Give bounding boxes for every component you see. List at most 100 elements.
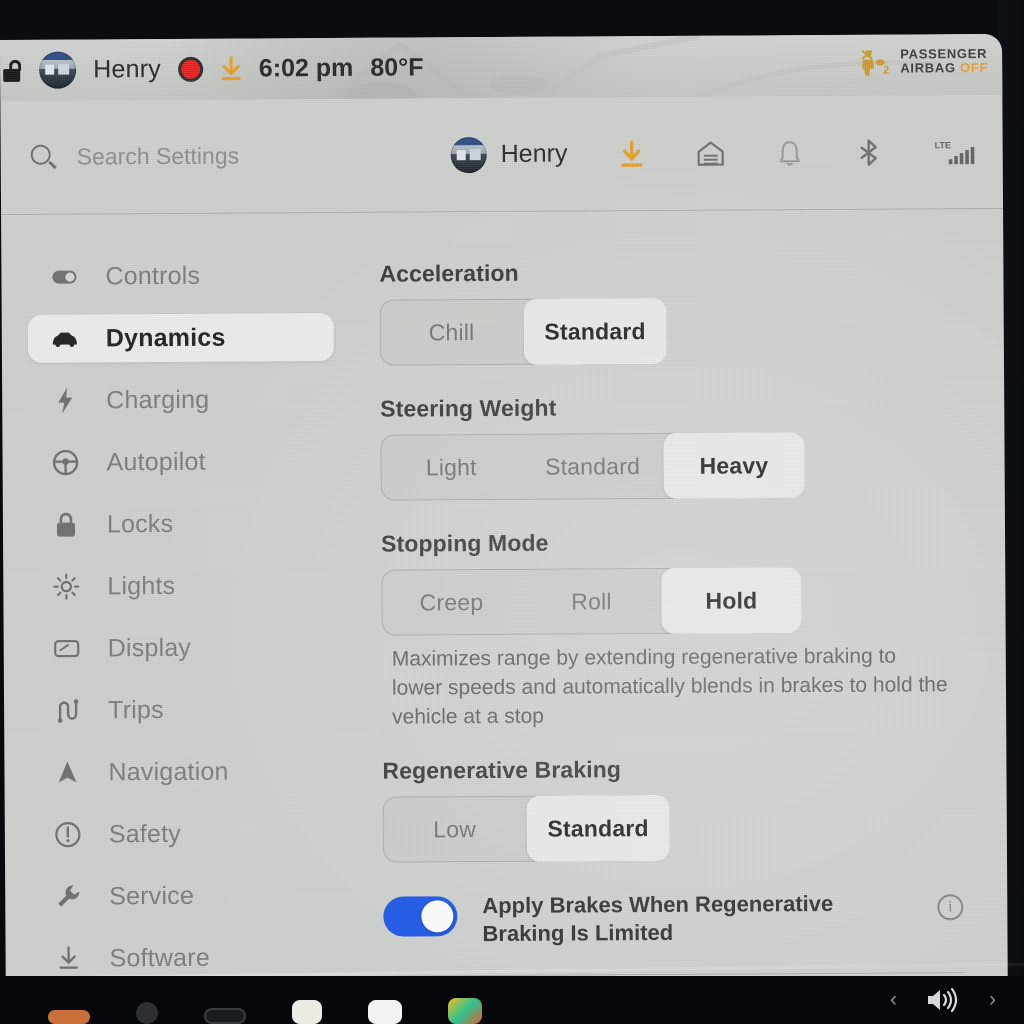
sidebar-item-navigation[interactable]: Navigation — [30, 747, 336, 797]
steering-option-heavy[interactable]: Heavy — [663, 432, 805, 499]
search-input[interactable] — [76, 141, 397, 171]
padlock-icon — [51, 510, 81, 540]
download-arrow-icon[interactable] — [220, 56, 242, 82]
sidebar-item-label: Software — [109, 943, 210, 972]
car-icon — [50, 324, 80, 354]
app-icon-2[interactable] — [136, 1002, 158, 1024]
sidebar-item-trips[interactable]: Trips — [30, 685, 336, 735]
bluetooth-icon[interactable] — [853, 137, 883, 167]
stopping-mode-description: Maximizes range by extending regenerativ… — [391, 644, 948, 729]
app-icon-1[interactable] — [48, 1010, 90, 1024]
toggle-switch-icon — [49, 262, 79, 292]
notes-app-icon[interactable] — [292, 1000, 322, 1024]
sidebar-item-label: Locks — [106, 509, 174, 538]
outside-temperature: 80°F — [370, 53, 424, 82]
trips-route-icon — [52, 696, 82, 726]
tesla-touchscreen: Henry 6:02 pm 80°F 2 PASSENGER AIRBAG OF… — [0, 33, 1008, 990]
profile-name: Henry — [500, 139, 568, 168]
dynamics-settings-pane: Acceleration Chill Standard Steering Wei… — [361, 209, 1008, 988]
steering-option-standard[interactable]: Standard — [522, 433, 664, 500]
stopping-mode-title: Stopping Mode — [381, 529, 549, 557]
toggle-knob — [421, 900, 454, 933]
sidebar-item-autopilot[interactable]: Autopilot — [28, 437, 334, 487]
airbag-label: PASSENGER AIRBAG OFF — [900, 46, 988, 76]
stopping-mode-segmented-control[interactable]: Creep Roll Hold — [381, 567, 802, 636]
acceleration-title: Acceleration — [379, 259, 519, 287]
acceleration-segmented-control[interactable]: Chill Standard — [379, 297, 667, 366]
sidebar-item-lights[interactable]: Lights — [29, 561, 335, 611]
record-dot-icon[interactable] — [177, 56, 203, 82]
regenerative-braking-segmented-control[interactable]: Low Standard — [382, 795, 671, 863]
passenger-airbag-status: 2 PASSENGER AIRBAG OFF — [859, 46, 988, 77]
info-circle-icon[interactable] — [937, 894, 964, 921]
header-icon-group: Henry LTE — [450, 134, 977, 173]
sidebar-item-label: Lights — [107, 571, 176, 600]
sidebar-item-label: Safety — [108, 819, 182, 848]
settings-body: Controls Dynamics Charging Autopilot Loc… — [1, 209, 1008, 990]
sidebar-item-service[interactable]: Service — [31, 871, 337, 921]
svg-text:2: 2 — [883, 65, 889, 77]
alert-circle-icon — [53, 820, 83, 850]
steering-option-light[interactable]: Light — [380, 434, 522, 501]
garage-door-icon[interactable] — [695, 138, 725, 168]
sidebar-item-label: Charging — [106, 385, 210, 414]
dock-media-controls: ‹ › — [890, 986, 1024, 1024]
wrench-icon — [53, 882, 83, 912]
photos-app-icon[interactable] — [448, 998, 482, 1024]
video-app-icon[interactable] — [368, 1000, 402, 1024]
sidebar-item-display[interactable]: Display — [30, 623, 336, 673]
search-settings[interactable] — [30, 141, 451, 171]
status-bar: Henry 6:02 pm 80°F 2 PASSENGER AIRBAG OF… — [0, 33, 1003, 101]
unlocked-padlock-icon — [2, 59, 22, 82]
app-icon-3[interactable] — [204, 1008, 246, 1024]
stopping-option-hold[interactable]: Hold — [661, 567, 802, 634]
steering-weight-title: Steering Weight — [380, 394, 557, 422]
acceleration-option-chill[interactable]: Chill — [380, 299, 524, 366]
header-profile[interactable]: Henry — [450, 136, 568, 173]
driver-name: Henry — [93, 55, 161, 84]
regenerative-braking-title: Regenerative Braking — [382, 756, 622, 784]
sidebar-item-locks[interactable]: Locks — [29, 499, 335, 549]
sun-lights-icon — [51, 572, 81, 602]
svg-text:LTE: LTE — [934, 140, 950, 150]
acceleration-option-standard[interactable]: Standard — [523, 297, 667, 365]
apply-brakes-row: Apply Brakes When Regenerative Braking I… — [383, 889, 964, 949]
apply-brakes-toggle[interactable] — [383, 896, 458, 937]
regen-option-standard[interactable]: Standard — [526, 795, 671, 863]
sidebar-item-label: Display — [107, 633, 192, 662]
sidebar-item-label: Controls — [105, 261, 201, 290]
speaker-volume-icon[interactable] — [923, 986, 963, 1014]
sidebar-item-label: Dynamics — [105, 323, 226, 352]
avatar[interactable] — [39, 51, 77, 89]
sidebar-item-label: Autopilot — [106, 447, 206, 476]
screenshot-root: Henry 6:02 pm 80°F 2 PASSENGER AIRBAG OF… — [0, 0, 1024, 1024]
passenger-airbag-icon: 2 — [859, 47, 893, 77]
apply-brakes-text: Apply Brakes When Regenerative Braking I… — [482, 890, 912, 949]
regen-option-low[interactable]: Low — [383, 796, 527, 863]
clock-time: 6:02 pm — [258, 53, 354, 83]
sidebar-item-safety[interactable]: Safety — [31, 809, 337, 859]
lte-signal-icon[interactable]: LTE — [932, 137, 976, 167]
download-arrow-icon[interactable] — [616, 139, 646, 169]
sidebar-item-label: Service — [109, 881, 195, 910]
download-arrow-icon — [54, 944, 84, 974]
bell-icon[interactable] — [774, 138, 804, 168]
search-icon — [30, 144, 57, 170]
sidebar-item-dynamics[interactable]: Dynamics — [27, 312, 334, 363]
next-track-button[interactable]: › — [989, 988, 996, 1012]
settings-header: Henry — [0, 94, 1004, 215]
steering-wheel-icon — [50, 448, 80, 478]
display-screen-icon — [52, 634, 82, 664]
stopping-option-roll[interactable]: Roll — [521, 568, 661, 635]
sidebar-item-controls[interactable]: Controls — [27, 251, 333, 301]
airbag-line2: AIRBAG — [900, 60, 956, 76]
apply-brakes-label: Apply Brakes When Regenerative Braking I… — [482, 891, 834, 947]
sidebar-item-charging[interactable]: Charging — [28, 375, 334, 425]
steering-weight-segmented-control[interactable]: Light Standard Heavy — [380, 432, 805, 501]
stopping-option-creep[interactable]: Creep — [381, 569, 521, 636]
settings-sidebar: Controls Dynamics Charging Autopilot Loc… — [1, 213, 366, 990]
sidebar-item-label: Navigation — [108, 757, 229, 786]
dock-icon-group — [0, 998, 482, 1024]
avatar[interactable] — [450, 136, 487, 173]
previous-track-button[interactable]: ‹ — [890, 988, 897, 1012]
